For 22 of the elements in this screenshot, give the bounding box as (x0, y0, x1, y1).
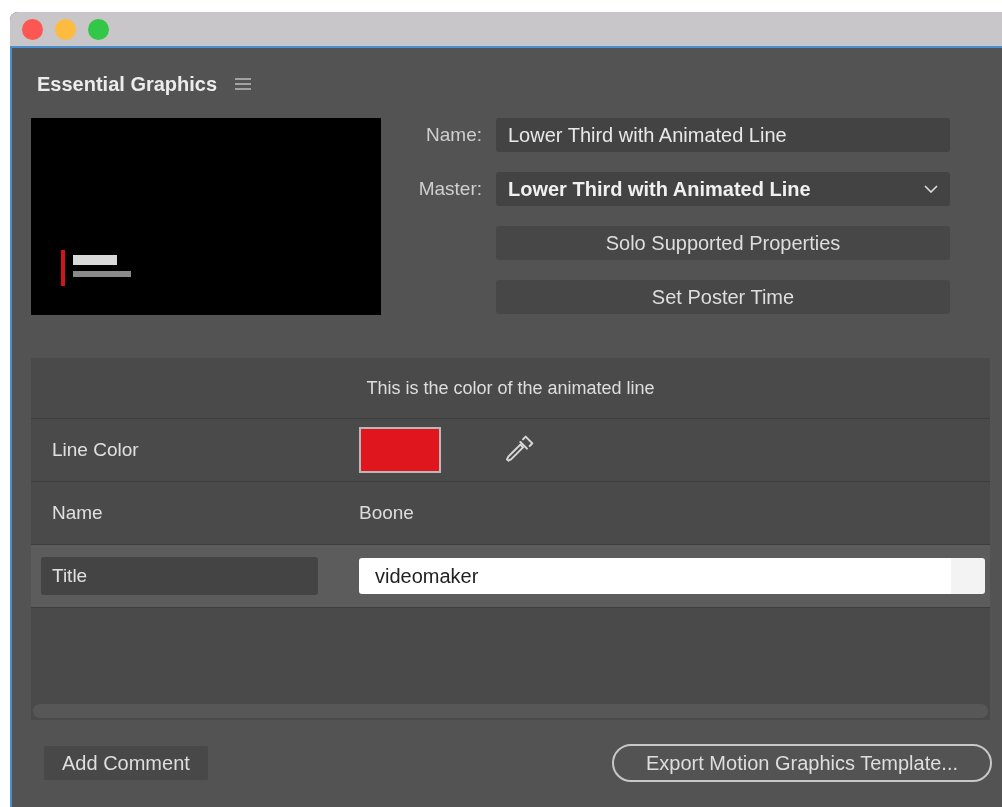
menu-icon[interactable] (235, 76, 252, 91)
name-input-field[interactable]: Lower Third with Animated Line (496, 118, 950, 152)
close-button[interactable] (22, 18, 43, 40)
field-label: Name: (425, 122, 482, 147)
master-dropdown[interactable]: Lower Third with Animated Line (496, 172, 950, 206)
property-value: Boone (359, 500, 414, 525)
title-input-field[interactable]: videomaker (359, 558, 985, 594)
property-label: Name (51, 500, 104, 525)
panel-title: Essential Graphics (37, 71, 218, 97)
add-comment-button[interactable]: Add Comment (44, 746, 208, 780)
color-swatch[interactable] (359, 427, 441, 473)
property-label: Title (41, 556, 318, 596)
export-button[interactable]: Export Motion Graphics Template... (612, 744, 992, 782)
minimize-button[interactable] (55, 18, 76, 40)
panel-button[interactable]: Solo Supported Properties (496, 226, 950, 260)
property-label: Line Color (51, 437, 140, 462)
property-row[interactable]: Title videomaker (31, 544, 990, 607)
chevron-down-icon (924, 185, 938, 193)
maximize-button[interactable] (88, 18, 109, 40)
field-label: Master: (417, 176, 482, 201)
property-description: This is the color of the animated line (366, 376, 655, 400)
panel-button[interactable]: Set Poster Time (496, 280, 950, 314)
